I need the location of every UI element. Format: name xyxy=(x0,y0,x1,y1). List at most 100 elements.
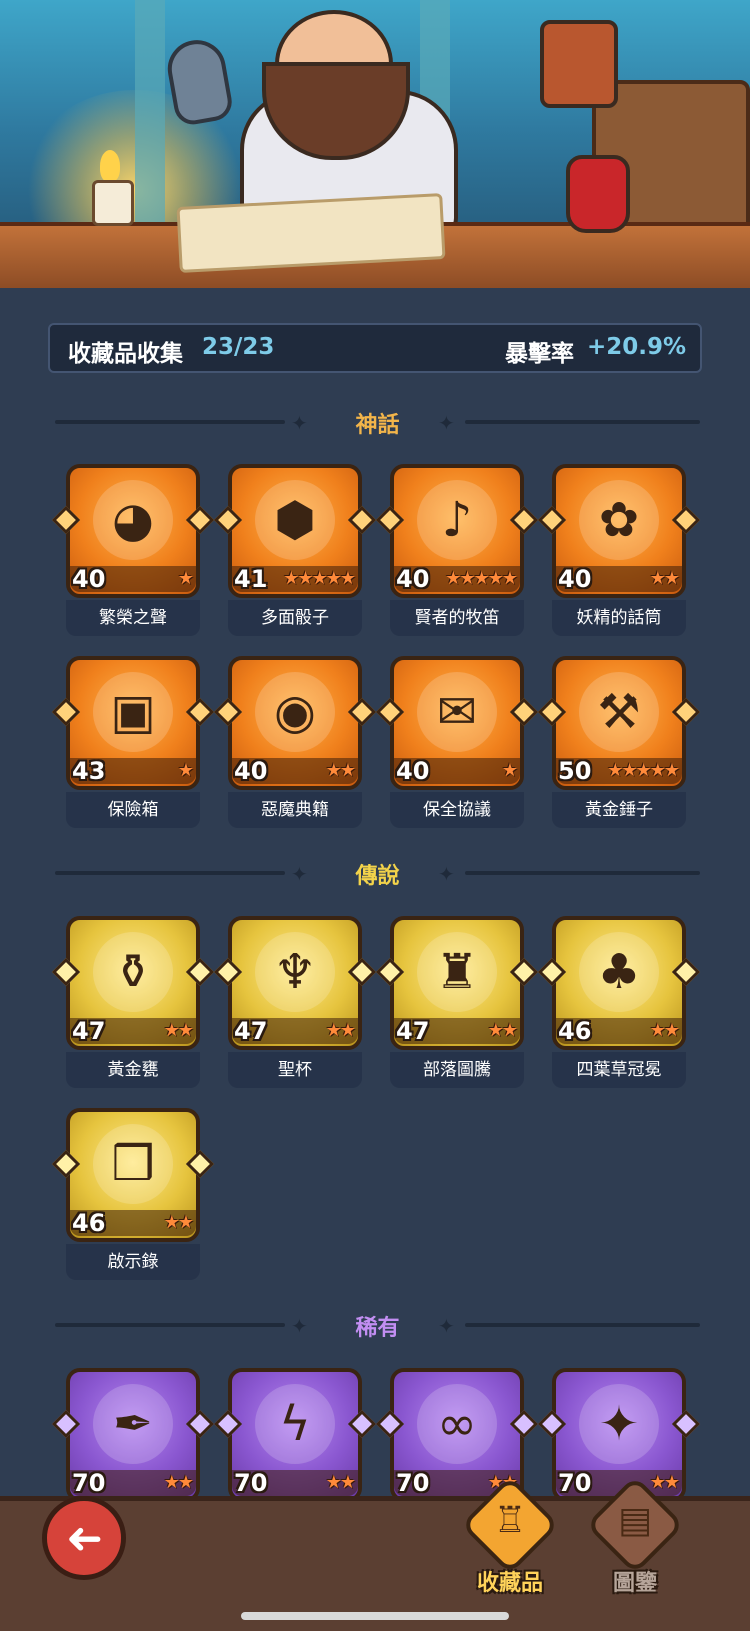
candle xyxy=(92,180,134,226)
totem-mask-decoration xyxy=(540,20,618,108)
star-rating: ★★★★★ xyxy=(283,566,356,592)
hammer-icon: ⚒ xyxy=(579,672,659,752)
item-name: 多面骰子 xyxy=(228,600,362,636)
sparkle-icon: ✦ xyxy=(438,862,455,886)
lightning-gem-icon: ϟ xyxy=(255,1384,335,1464)
collectible-card[interactable]: ⬢ 41 ★★★★★ 多面骰子 xyxy=(213,464,377,636)
collectible-card[interactable]: ⚱ 47 ★★ 黃金甕 xyxy=(51,916,215,1088)
collectible-card[interactable]: ✉ 40 ★ 保全協議 xyxy=(375,656,539,828)
tab-codex[interactable]: ▤ 圖鑒 xyxy=(580,1475,690,1610)
collectible-card[interactable]: ◕ 40 ★ 繁榮之聲 xyxy=(51,464,215,636)
star-icon: ★ xyxy=(163,1020,180,1041)
item-level: 47 xyxy=(234,1017,268,1045)
star-icon: ★ xyxy=(339,760,356,781)
back-arrow-icon: ➜ xyxy=(65,1512,103,1564)
codex-book-icon: ▤ xyxy=(617,1500,652,1541)
collectible-card[interactable]: ♪ 40 ★★★★★ 賢者的牧笛 xyxy=(375,464,539,636)
star-icon: ★ xyxy=(649,1020,666,1041)
item-level: 47 xyxy=(396,1017,430,1045)
fairy-microphone-icon: ✿ xyxy=(579,480,659,560)
collectible-card[interactable]: ♜ 47 ★★ 部落圖騰 xyxy=(375,916,539,1088)
red-potion xyxy=(566,155,630,233)
item-level: 46 xyxy=(72,1209,106,1237)
star-icon: ★ xyxy=(501,1020,518,1041)
collectible-card[interactable]: ⚒ 50 ★★★★★ 黃金錘子 xyxy=(537,656,701,828)
item-name: 賢者的牧笛 xyxy=(390,600,524,636)
open-book-icon: ❒ xyxy=(93,1124,173,1204)
tribal-totem-icon: ♜ xyxy=(417,932,497,1012)
item-name: 保險箱 xyxy=(66,792,200,828)
collectible-card[interactable]: ♆ 47 ★★ 聖杯 xyxy=(213,916,377,1088)
star-rating: ★★ xyxy=(487,1018,518,1044)
clover-crown-icon: ♣ xyxy=(579,932,659,1012)
star-icon: ★ xyxy=(649,760,666,781)
treasure-chest-icon: ▣ xyxy=(93,672,173,752)
star-icon: ★ xyxy=(325,760,342,781)
section-header-mythic: ✦ 神話 ✦ xyxy=(55,407,700,438)
collectible-card[interactable]: ♣ 46 ★★ 四葉草冠冕 xyxy=(537,916,701,1088)
item-name: 四葉草冠冕 xyxy=(552,1052,686,1088)
star-icon: ★ xyxy=(339,1472,356,1493)
item-name: 惡魔典籍 xyxy=(228,792,362,828)
collectible-card[interactable]: ❒ 46 ★★ 啟示錄 xyxy=(51,1108,215,1280)
star-icon: ★ xyxy=(607,760,623,781)
crit-rate-label: 暴擊率 xyxy=(505,341,574,367)
star-rating: ★ xyxy=(177,566,194,592)
star-icon: ★ xyxy=(635,760,652,781)
item-level: 50 xyxy=(558,757,592,785)
tab-collection-label: 收藏品 xyxy=(476,1571,543,1596)
star-icon: ★ xyxy=(663,568,680,589)
star-rating: ★★ xyxy=(326,1018,356,1044)
golden-urn-icon: ⚱ xyxy=(93,932,173,1012)
flute-icon: ♪ xyxy=(417,480,497,560)
section-header-legendary: ✦ 傳說 ✦ xyxy=(55,858,700,889)
collection-shelf-icon: ♖ xyxy=(493,1500,527,1541)
background-pillar xyxy=(135,0,165,230)
crit-rate-value: +20.9% xyxy=(587,334,687,360)
star-icon: ★ xyxy=(163,1472,180,1493)
feather-icon: ✒ xyxy=(93,1384,173,1464)
star-rating: ★★ xyxy=(163,1210,194,1236)
hero-illustration xyxy=(0,0,750,288)
dice-icon: ⬢ xyxy=(255,480,335,560)
star-icon: ★ xyxy=(339,568,356,589)
star-icon: ★ xyxy=(663,1020,680,1041)
home-indicator xyxy=(241,1612,509,1620)
star-icon: ★ xyxy=(621,760,637,781)
star-icon: ★ xyxy=(649,568,666,589)
item-level: 43 xyxy=(72,757,106,785)
item-name: 聖杯 xyxy=(228,1052,362,1088)
collection-summary-bar: 收藏品收集 23/23 暴擊率 +20.9% xyxy=(48,323,702,373)
item-level: 40 xyxy=(396,565,430,593)
star-rating: ★★ xyxy=(163,1470,194,1496)
star-icon: ★ xyxy=(163,1212,180,1233)
tab-collection[interactable]: ♖ 收藏品 xyxy=(455,1475,565,1610)
treasure-map xyxy=(176,193,446,273)
item-name: 黃金錘子 xyxy=(552,792,686,828)
star-icon: ★ xyxy=(473,568,490,589)
back-button[interactable]: ➜ xyxy=(42,1496,126,1580)
collectible-card[interactable]: ◉ 40 ★★ 惡魔典籍 xyxy=(213,656,377,828)
section-header-rare: ✦ 稀有 ✦ xyxy=(55,1310,700,1341)
item-level: 47 xyxy=(72,1017,106,1045)
collectible-card[interactable]: ✿ 40 ★★ 妖精的話筒 xyxy=(537,464,701,636)
chalice-icon: ♆ xyxy=(255,932,335,1012)
star-rating: ★★ xyxy=(325,758,356,784)
item-name: 繁榮之聲 xyxy=(66,600,200,636)
item-level: 40 xyxy=(234,757,268,785)
item-name: 黃金甕 xyxy=(66,1052,200,1088)
star-icon: ★ xyxy=(177,568,194,589)
star-icon: ★ xyxy=(325,568,342,589)
candle-flame xyxy=(100,150,120,182)
star-icon: ★ xyxy=(487,1020,504,1041)
collectible-card[interactable]: ▣ 43 ★ 保險箱 xyxy=(51,656,215,828)
spirit-orb-icon: ◕ xyxy=(93,480,173,560)
item-level: 40 xyxy=(72,565,106,593)
item-level: 46 xyxy=(558,1017,592,1045)
item-name: 啟示錄 xyxy=(66,1244,200,1280)
star-icon: ★ xyxy=(177,1212,194,1233)
collection-count: 23/23 xyxy=(202,334,275,360)
star-icon: ★ xyxy=(501,568,518,589)
star-rating: ★ xyxy=(177,758,194,784)
star-icon: ★ xyxy=(177,760,194,781)
